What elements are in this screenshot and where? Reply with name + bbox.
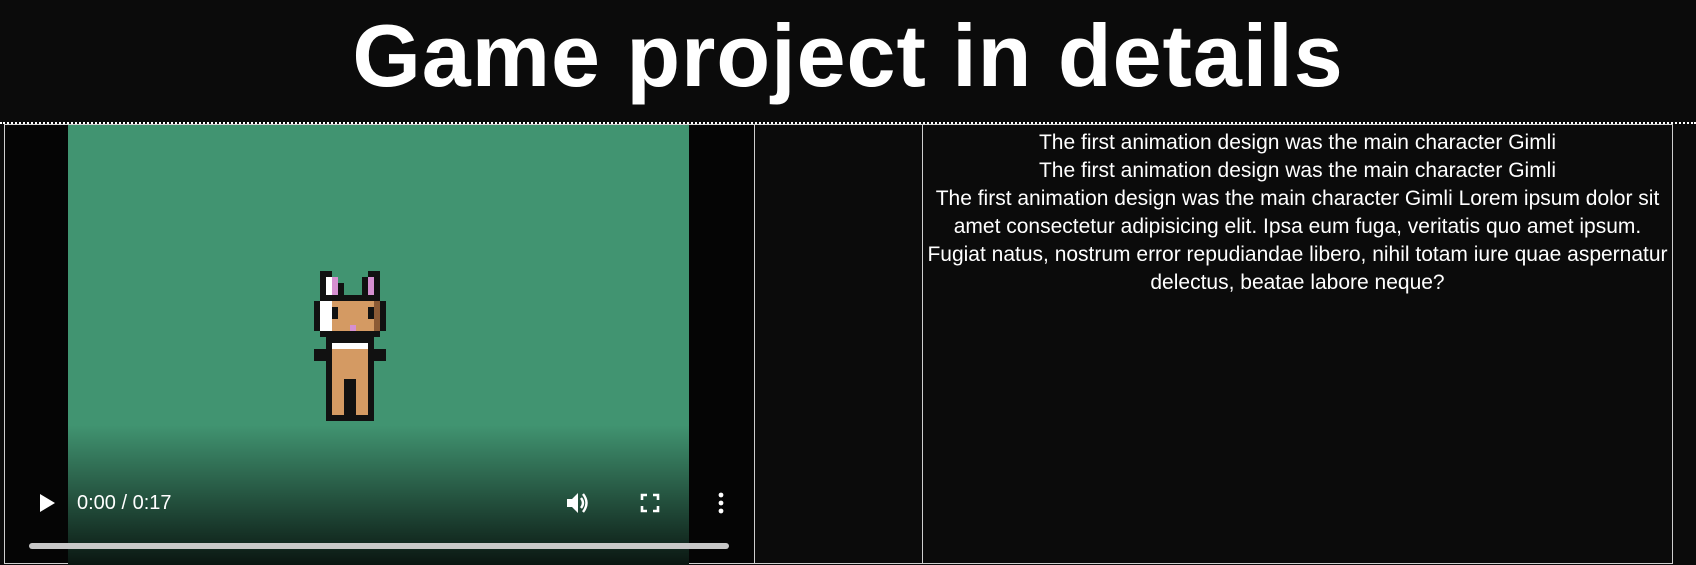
- more-options-button[interactable]: [703, 485, 739, 521]
- volume-icon: [567, 493, 588, 513]
- video-panel: 0:00 / 0:17: [4, 124, 755, 565]
- description-panel: The first animation design was the main …: [922, 124, 1673, 564]
- time-display: 0:00 / 0:17: [77, 492, 172, 515]
- gimli-character-sprite: [314, 271, 386, 421]
- play-icon: [40, 494, 55, 512]
- video-controls: 0:00 / 0:17: [5, 473, 754, 563]
- page-title: Game project in details: [352, 6, 1344, 105]
- fullscreen-icon: [640, 493, 660, 513]
- more-options-icon: [718, 492, 724, 514]
- volume-button[interactable]: [560, 485, 596, 521]
- description-line: The first animation design was the main …: [1038, 159, 1557, 182]
- time-separator: /: [115, 492, 133, 514]
- current-time: 0:00: [77, 492, 116, 514]
- description-text: The first animation design was the main …: [927, 129, 1668, 297]
- spacer-panel: [755, 124, 923, 564]
- play-button[interactable]: [29, 485, 65, 521]
- video-progress-bar[interactable]: [29, 543, 729, 549]
- duration: 0:17: [132, 492, 172, 514]
- description-line: The first animation design was the main …: [1038, 131, 1557, 154]
- fullscreen-button[interactable]: [632, 485, 668, 521]
- description-paragraph: The first animation design was the main …: [927, 187, 1668, 294]
